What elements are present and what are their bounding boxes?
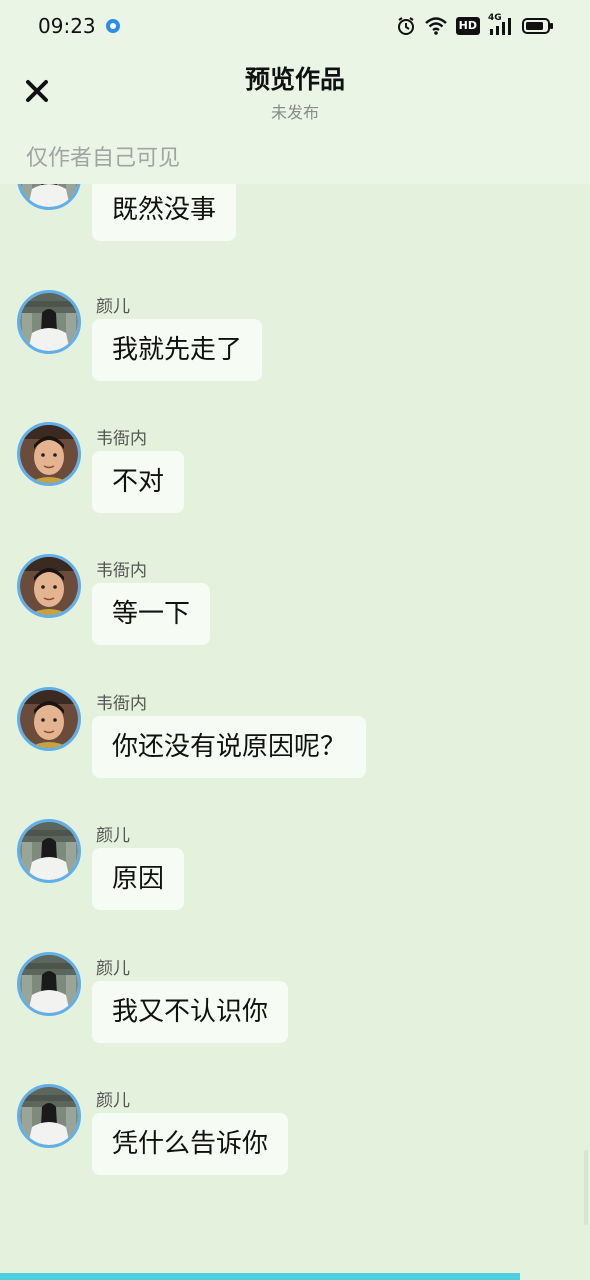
message-bubble: 等一下 xyxy=(92,583,211,645)
chat-message: 韦衙内 你还没有说原因呢？ xyxy=(0,687,590,807)
chat-message: 颜儿 凭什么告诉你 xyxy=(0,1084,590,1204)
progress-fill xyxy=(0,1273,520,1280)
page-title: 预览作品 xyxy=(244,65,345,94)
playback-progress-bar[interactable] xyxy=(0,1273,590,1280)
wifi-icon xyxy=(424,16,448,36)
message-bubble: 我就先走了 xyxy=(92,319,263,381)
message-bubble: 原因 xyxy=(92,848,185,910)
signal-4g-icon: 4G xyxy=(488,13,514,36)
avatar[interactable] xyxy=(17,687,81,751)
avatar[interactable] xyxy=(17,1084,81,1148)
message-bubble: 你还没有说原因呢？ xyxy=(92,716,367,778)
battery-icon xyxy=(522,17,554,35)
avatar[interactable] xyxy=(17,819,81,883)
chat-message: 颜儿 原因 xyxy=(0,819,590,939)
chat-message: 颜儿 我就先走了 xyxy=(0,290,590,410)
avatar[interactable] xyxy=(17,554,81,618)
sender-name: 颜儿 xyxy=(96,826,130,846)
chat-message: 韦衙内 不对 xyxy=(0,422,590,542)
message-bubble: 凭什么告诉你 xyxy=(92,1113,289,1175)
message-bubble: 我又不认识你 xyxy=(92,981,289,1043)
header: 预览作品 未发布 仅作者自己可见 xyxy=(0,52,590,184)
page-subtitle: 未发布 xyxy=(270,103,319,122)
chat-message: 颜儿 我又不认识你 xyxy=(0,952,590,1072)
sender-name: 韦衙内 xyxy=(96,694,147,714)
avatar[interactable] xyxy=(17,422,81,486)
chat-message: 既然没事 xyxy=(0,184,590,266)
sender-name: 颜儿 xyxy=(96,959,130,979)
sender-name: 韦衙内 xyxy=(96,429,147,449)
avatar[interactable] xyxy=(17,290,81,354)
visibility-note: 仅作者自己可见 xyxy=(26,146,181,171)
status-time: 09:23 xyxy=(38,14,96,38)
sender-name: 颜儿 xyxy=(96,1091,130,1111)
notification-dot-icon xyxy=(106,19,120,33)
status-bar: 09:23 HD 4G xyxy=(0,0,590,52)
sender-name: 颜儿 xyxy=(96,297,130,317)
hd-icon: HD xyxy=(455,17,480,35)
chat-message: 韦衙内 等一下 xyxy=(0,554,590,674)
sender-name: 韦衙内 xyxy=(96,561,147,581)
status-icons: HD 4G xyxy=(396,13,554,38)
alarm-icon xyxy=(396,16,416,36)
chat-list[interactable]: 既然没事 颜儿 我就先走了 韦衙内 不对 韦衙内 等一下 韦衙内 你还没有说原因… xyxy=(0,184,590,1274)
message-bubble: 既然没事 xyxy=(92,184,237,241)
scrollbar-thumb[interactable] xyxy=(584,1150,588,1225)
avatar[interactable] xyxy=(17,184,81,210)
message-bubble: 不对 xyxy=(92,451,185,513)
avatar[interactable] xyxy=(17,952,81,1016)
